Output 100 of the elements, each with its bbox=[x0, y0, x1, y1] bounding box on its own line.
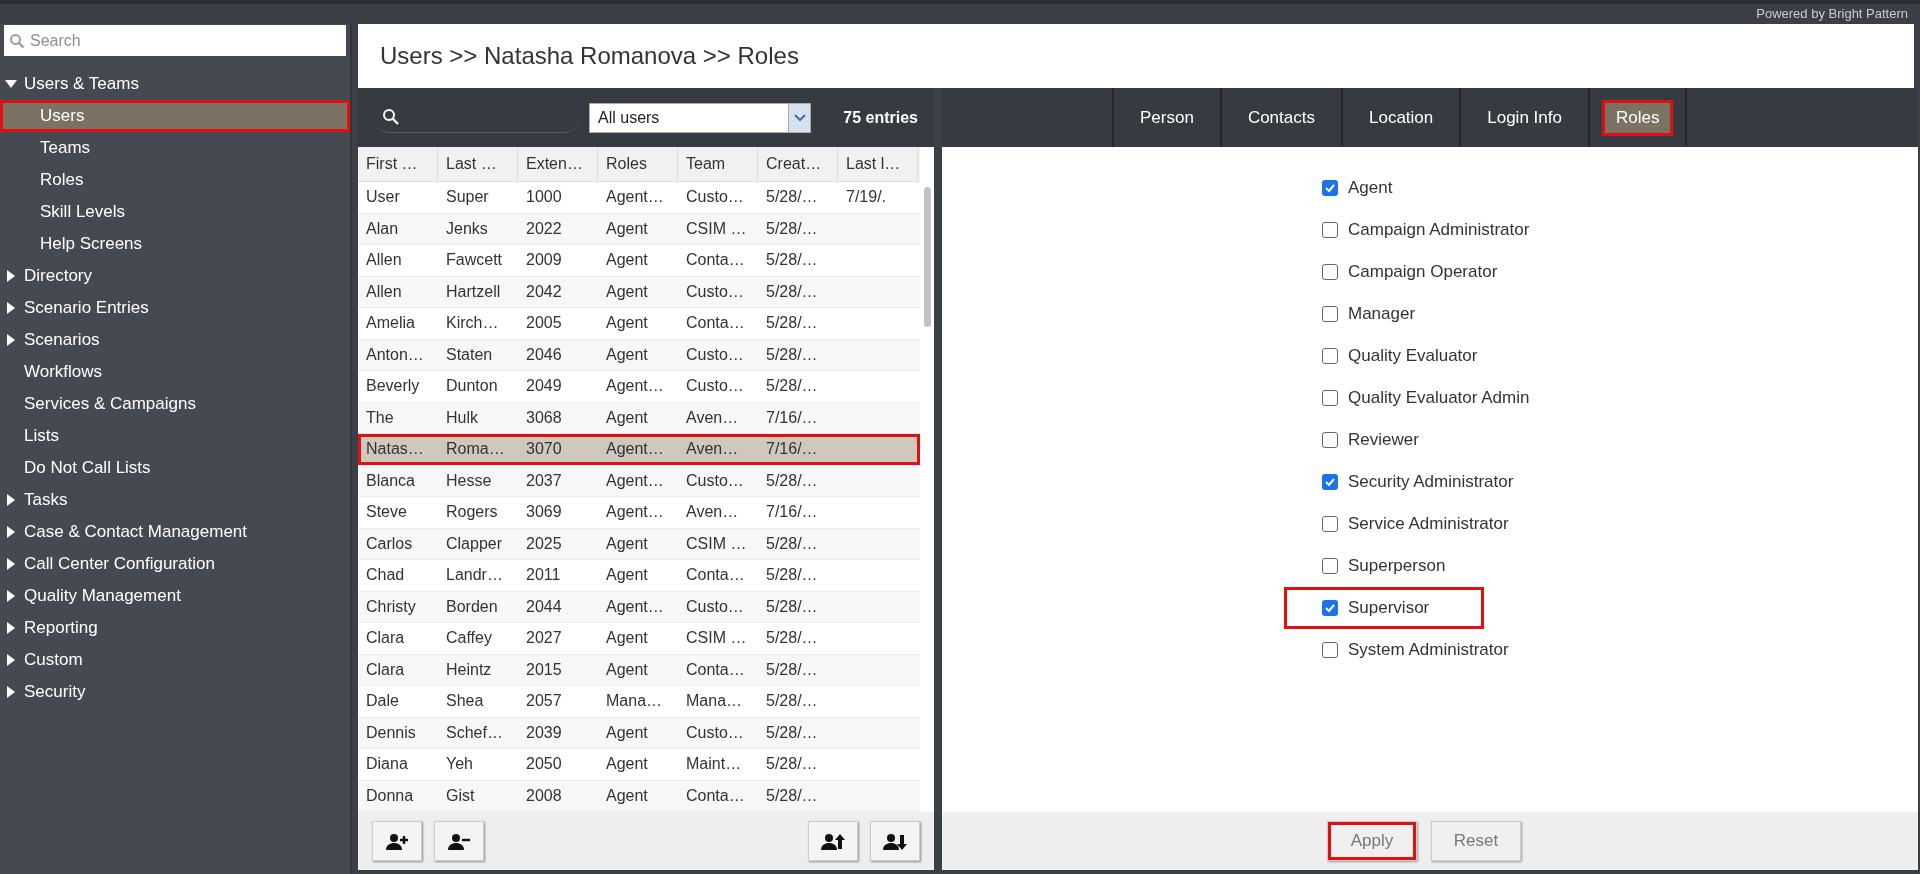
table-row[interactable]: Christy Borden 2044 Agent… Custo… 5/28/… bbox=[358, 591, 920, 623]
search-icon bbox=[382, 108, 400, 126]
role-checkbox[interactable]: Campaign Administrator bbox=[1322, 209, 1918, 251]
sidebar-item[interactable]: Users bbox=[0, 100, 350, 132]
checkbox[interactable] bbox=[1322, 264, 1338, 280]
table-row[interactable]: Dennis Schef… 2039 Agent Custo… 5/28/… bbox=[358, 717, 920, 749]
sidebar-item[interactable]: Tasks bbox=[0, 484, 350, 516]
sidebar-item[interactable]: Roles bbox=[0, 164, 350, 196]
column-header[interactable]: First … bbox=[358, 147, 438, 181]
scrollbar-thumb[interactable] bbox=[923, 187, 931, 327]
table-cell-text: 5/28/… bbox=[765, 785, 819, 806]
sidebar-item[interactable]: Security bbox=[0, 676, 350, 708]
checkbox[interactable] bbox=[1322, 306, 1338, 322]
sidebar-item[interactable]: Teams bbox=[0, 132, 350, 164]
tab[interactable]: Contacts bbox=[1233, 99, 1329, 136]
role-checkbox[interactable]: Reviewer bbox=[1322, 419, 1918, 461]
table-cell-text: Agent bbox=[605, 407, 649, 428]
table-cell-text: Conta… bbox=[685, 250, 746, 271]
table-cell-text: Agent bbox=[605, 344, 649, 365]
role-checkbox[interactable]: Quality Evaluator bbox=[1322, 335, 1918, 377]
tab[interactable]: Person bbox=[1126, 99, 1208, 136]
role-checkbox[interactable]: Campaign Operator bbox=[1322, 251, 1918, 293]
role-checkbox[interactable]: Security Administrator bbox=[1322, 461, 1918, 503]
action-button[interactable]: Reset bbox=[1431, 821, 1521, 861]
table-cell-text: Rogers bbox=[445, 502, 499, 523]
sidebar-item[interactable]: Quality Management bbox=[0, 580, 350, 612]
table-row[interactable]: Blanca Hesse 2037 Agent… Custo… 5/28/… bbox=[358, 465, 920, 497]
sidebar-item[interactable]: Case & Contact Management bbox=[0, 516, 350, 548]
table-cell-text: Custo… bbox=[685, 187, 745, 208]
table-cell-text: Donna bbox=[365, 785, 415, 806]
tab[interactable]: Login Info bbox=[1473, 99, 1576, 136]
sidebar-item[interactable]: Lists bbox=[0, 420, 350, 452]
table-row[interactable]: Carlos Clapper 2025 Agent CSIM … 5/28/… bbox=[358, 528, 920, 560]
table-cell-text: Shea bbox=[445, 691, 485, 712]
user-filter-dropdown[interactable]: All users bbox=[589, 102, 811, 133]
table-row[interactable]: Anton… Staten 2046 Agent Custo… 5/28/… bbox=[358, 339, 920, 371]
table-row[interactable]: Clara Heintz 2015 Agent Conta… 5/28/… bbox=[358, 654, 920, 686]
person-remove-icon bbox=[447, 831, 471, 851]
table-cell-text: 3069 bbox=[525, 502, 563, 523]
sidebar-item[interactable]: Scenarios bbox=[0, 324, 350, 356]
sidebar-item[interactable]: Do Not Call Lists bbox=[0, 452, 350, 484]
table-row[interactable]: The Hulk 3068 Agent Aven… 7/16/… bbox=[358, 402, 920, 434]
table-cell-text: 1000 bbox=[525, 187, 563, 208]
role-checkbox[interactable]: Superperson bbox=[1322, 545, 1918, 587]
column-header[interactable]: Last l… bbox=[838, 147, 918, 181]
person-remove-button[interactable] bbox=[434, 821, 484, 861]
table-cell-text: Aven… bbox=[685, 502, 740, 523]
role-checkbox[interactable]: Manager bbox=[1322, 293, 1918, 335]
sidebar-item[interactable]: Services & Campaigns bbox=[0, 388, 350, 420]
role-checkbox[interactable]: Agent bbox=[1322, 167, 1918, 209]
table-cell-text: Agent bbox=[605, 659, 649, 680]
table-row[interactable]: Allen Hartzell 2042 Agent Custo… 5/28/… bbox=[358, 276, 920, 308]
sidebar-item[interactable]: Workflows bbox=[0, 356, 350, 388]
checkbox[interactable] bbox=[1322, 390, 1338, 406]
checkbox[interactable] bbox=[1322, 432, 1338, 448]
checkbox[interactable] bbox=[1322, 222, 1338, 238]
table-cell-text: Agent… bbox=[605, 187, 665, 208]
person-arrow-up-button[interactable] bbox=[808, 821, 858, 861]
role-checkbox[interactable]: Supervisor bbox=[1284, 587, 1484, 629]
sidebar-item[interactable]: Skill Levels bbox=[0, 196, 350, 228]
person-arrow-down-button[interactable] bbox=[870, 821, 920, 861]
column-header[interactable]: Roles bbox=[598, 147, 678, 181]
checkbox[interactable] bbox=[1322, 474, 1338, 490]
sidebar-item[interactable]: Call Center Configuration bbox=[0, 548, 350, 580]
column-header[interactable]: Creat… bbox=[758, 147, 838, 181]
action-button[interactable]: Apply bbox=[1327, 821, 1417, 861]
sidebar-item[interactable]: Reporting bbox=[0, 612, 350, 644]
tab[interactable]: Location bbox=[1354, 99, 1448, 136]
role-checkbox[interactable]: Service Administrator bbox=[1322, 503, 1918, 545]
person-add-button[interactable] bbox=[372, 821, 422, 861]
table-row[interactable]: Donna Gist 2008 Agent Conta… 5/28/… bbox=[358, 780, 920, 812]
column-header[interactable]: Last … bbox=[438, 147, 518, 181]
checkbox[interactable] bbox=[1322, 642, 1338, 658]
sidebar-item[interactable]: Directory bbox=[0, 260, 350, 292]
table-row[interactable]: Alan Jenks 2022 Agent CSIM … 5/28/… bbox=[358, 213, 920, 245]
table-row[interactable]: Natas… Roma… 3070 Agent… Aven… 7/16/… bbox=[358, 434, 920, 466]
checkbox[interactable] bbox=[1322, 180, 1338, 196]
sidebar-item[interactable]: Users & Teams bbox=[0, 68, 350, 100]
checkbox[interactable] bbox=[1322, 348, 1338, 364]
person-arrow-down-icon bbox=[883, 831, 907, 851]
checkbox[interactable] bbox=[1322, 558, 1338, 574]
search-icon bbox=[9, 33, 25, 49]
table-cell-text: 2049 bbox=[525, 376, 563, 397]
table-cell-text: Agent… bbox=[605, 470, 665, 491]
column-header[interactable]: Team bbox=[678, 147, 758, 181]
sidebar-item[interactable]: Scenario Entries bbox=[0, 292, 350, 324]
table-cell-text: Hulk bbox=[445, 407, 479, 428]
sidebar-item[interactable]: Custom bbox=[0, 644, 350, 676]
table-cell-text: 5/28/… bbox=[765, 628, 819, 649]
table-cell-text: Schef… bbox=[445, 722, 504, 743]
sidebar-item[interactable]: Help Screens bbox=[0, 228, 350, 260]
checkbox[interactable] bbox=[1322, 600, 1338, 616]
table-cell-text: Dunton bbox=[445, 376, 499, 397]
table-cell-text: 2044 bbox=[525, 596, 563, 617]
search-field[interactable]: Search bbox=[4, 25, 346, 56]
checkbox[interactable] bbox=[1322, 516, 1338, 532]
column-header[interactable]: Exten… bbox=[518, 147, 598, 181]
role-checkbox[interactable]: System Administrator bbox=[1322, 629, 1918, 671]
role-checkbox[interactable]: Quality Evaluator Admin bbox=[1322, 377, 1918, 419]
tab[interactable]: Roles bbox=[1601, 99, 1674, 136]
